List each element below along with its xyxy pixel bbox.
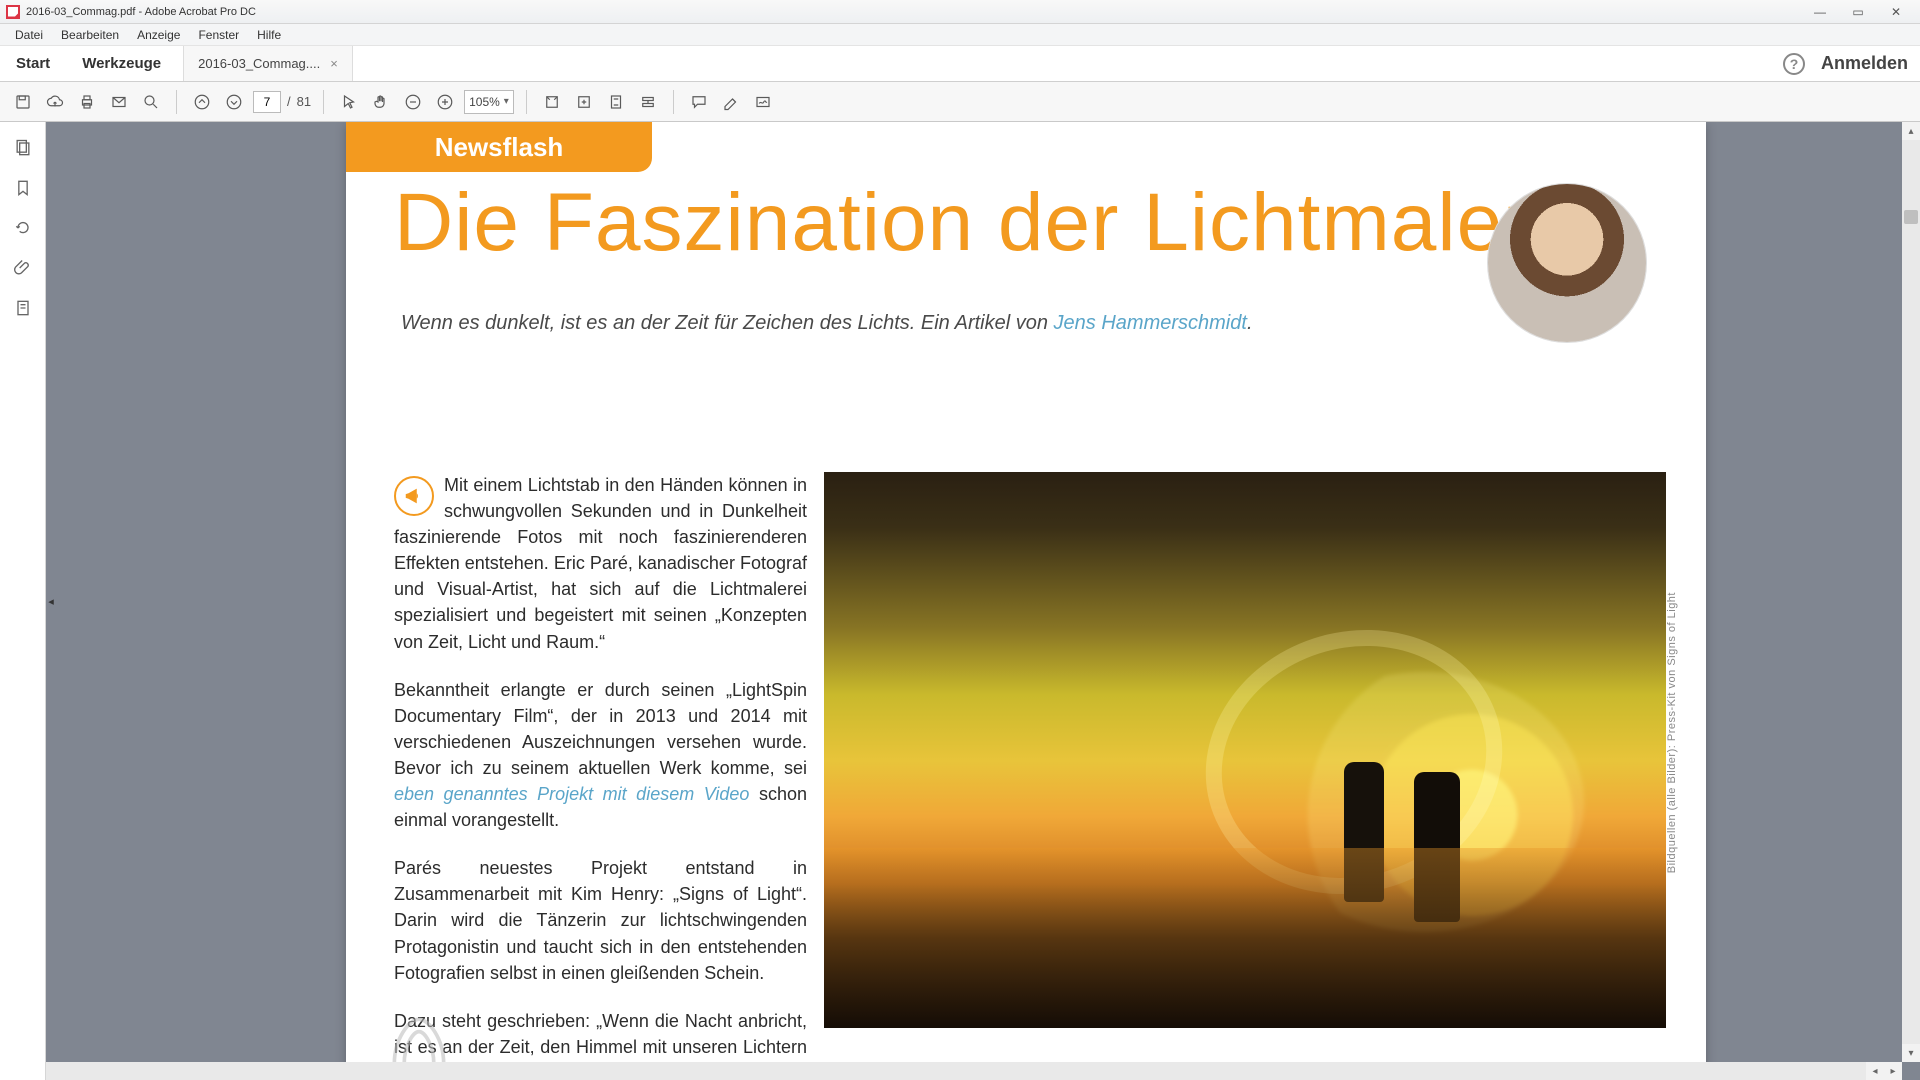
minimize-button[interactable]: — [1802, 2, 1838, 22]
scroll-left-icon[interactable]: ◂ [1866, 1062, 1884, 1080]
selection-arrow-icon[interactable] [336, 89, 362, 115]
tab-label: 2016-03_Commag.... [198, 56, 320, 71]
zoom-in-icon[interactable] [432, 89, 458, 115]
document-tab[interactable]: 2016-03_Commag.... × [183, 46, 353, 81]
thumbnails-icon[interactable] [13, 138, 33, 158]
document-viewer[interactable]: ◂ Newsflash Die Faszination der Lichtmal… [46, 122, 1920, 1080]
comment-icon[interactable] [686, 89, 712, 115]
megaphone-icon [394, 476, 434, 516]
photo-credit: Bildquellen (alle Bilder): Press-Kit von… [1666, 592, 1678, 873]
section-tag: Newsflash [346, 122, 652, 172]
video-link[interactable]: eben genanntes Projekt mit diesem Video [394, 784, 749, 804]
zoom-select[interactable]: 105% ▾ [464, 90, 514, 114]
collapse-left-icon[interactable]: ◂ [46, 582, 56, 620]
para-3: Parés neuestes Projekt entstand in Zusam… [394, 855, 807, 985]
cloud-upload-icon[interactable] [42, 89, 68, 115]
page-up-icon[interactable] [189, 89, 215, 115]
nav-werkzeuge[interactable]: Werkzeuge [66, 46, 177, 81]
signature-icon[interactable] [750, 89, 776, 115]
menu-fenster[interactable]: Fenster [189, 28, 248, 42]
page-total: 81 [297, 94, 311, 109]
fit-width-icon[interactable] [539, 89, 565, 115]
menu-anzeige[interactable]: Anzeige [128, 28, 189, 42]
toolbar: / 81 105% ▾ [0, 82, 1920, 122]
menu-hilfe[interactable]: Hilfe [248, 28, 290, 42]
menu-datei[interactable]: Datei [6, 28, 52, 42]
refresh-icon[interactable] [13, 218, 33, 238]
scroll-up-icon[interactable]: ▴ [1902, 122, 1920, 140]
article-subhead: Wenn es dunkelt, ist es an der Zeit für … [401, 312, 1253, 335]
scroll-down-icon[interactable]: ▾ [1902, 1044, 1920, 1062]
main-area: ◂ Newsflash Die Faszination der Lichtmal… [0, 122, 1920, 1080]
titlebar: 2016-03_Commag.pdf - Adobe Acrobat Pro D… [0, 0, 1920, 24]
maximize-button[interactable]: ▭ [1840, 2, 1876, 22]
login-link[interactable]: Anmelden [1821, 53, 1908, 74]
nav-start[interactable]: Start [0, 46, 66, 81]
pdf-page: Newsflash Die Faszination der Lichtmaler… [346, 122, 1706, 1080]
page-current-input[interactable] [253, 91, 281, 113]
hand-pan-icon[interactable] [368, 89, 394, 115]
para-1: Mit einem Lichtstab in den Händen können… [394, 475, 807, 652]
author-link[interactable]: Jens Hammerschmidt [1054, 312, 1247, 334]
horizontal-scrollbar[interactable]: ◂ ▸ [46, 1062, 1902, 1080]
app-icon [6, 5, 20, 19]
menu-bearbeiten[interactable]: Bearbeiten [52, 28, 128, 42]
menubar: Datei Bearbeiten Anzeige Fenster Hilfe [0, 24, 1920, 46]
attachment-icon[interactable] [13, 258, 33, 278]
fit-height-icon[interactable] [603, 89, 629, 115]
scroll-right-icon[interactable]: ▸ [1884, 1062, 1902, 1080]
page-indicator: / 81 [253, 91, 311, 113]
page-down-icon[interactable] [221, 89, 247, 115]
article-headline: Die Faszination der Lichtmalerei [394, 182, 1597, 264]
zoom-value: 105% [469, 95, 500, 109]
page-sep: / [287, 94, 291, 109]
chevron-down-icon: ▾ [504, 96, 509, 107]
bookmark-icon[interactable] [13, 178, 33, 198]
left-rail [0, 122, 46, 1080]
search-icon[interactable] [138, 89, 164, 115]
scroll-mode-icon[interactable] [635, 89, 661, 115]
subhead-pre: Wenn es dunkelt, ist es an der Zeit für … [401, 312, 1054, 334]
save-icon[interactable] [10, 89, 36, 115]
tab-close-icon[interactable]: × [330, 56, 338, 71]
highlight-icon[interactable] [718, 89, 744, 115]
author-avatar [1488, 184, 1646, 342]
top-nav: Start Werkzeuge 2016-03_Commag.... × ? A… [0, 46, 1920, 82]
subhead-post: . [1247, 312, 1253, 334]
fit-page-icon[interactable] [571, 89, 597, 115]
window-title: 2016-03_Commag.pdf - Adobe Acrobat Pro D… [26, 6, 256, 18]
email-icon[interactable] [106, 89, 132, 115]
help-icon[interactable]: ? [1783, 53, 1805, 75]
article-photo [824, 472, 1666, 1028]
article-body: Mit einem Lichtstab in den Händen können… [394, 472, 807, 1080]
vertical-scrollbar[interactable]: ▴ ▾ [1902, 122, 1920, 1062]
layers-icon[interactable] [13, 298, 33, 318]
zoom-out-icon[interactable] [400, 89, 426, 115]
para-2a: Bekanntheit erlangte er durch seinen „Li… [394, 680, 807, 778]
print-icon[interactable] [74, 89, 100, 115]
scroll-thumb[interactable] [1904, 210, 1918, 224]
close-button[interactable]: ✕ [1878, 2, 1914, 22]
